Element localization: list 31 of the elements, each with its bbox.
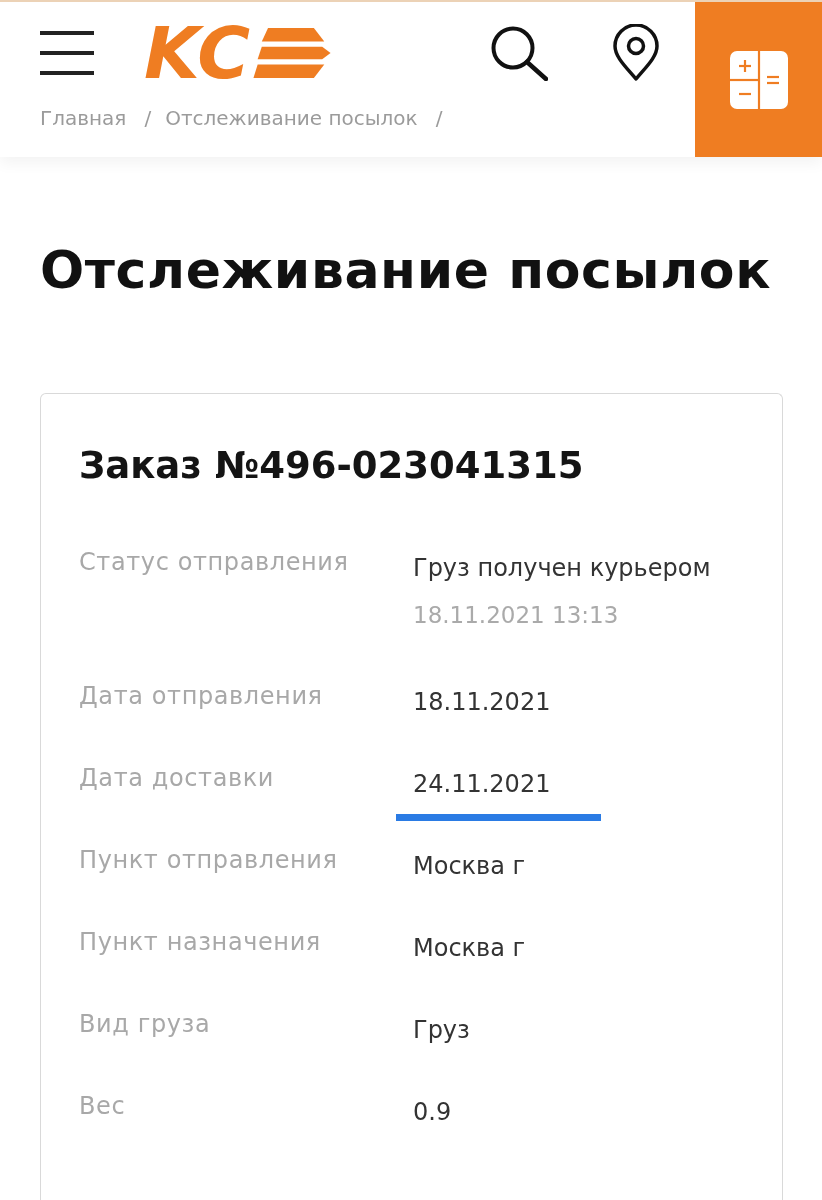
page-title: Отслеживание посылок bbox=[40, 240, 773, 300]
logo-link[interactable]: KC bbox=[144, 27, 333, 79]
field-label: Статус отправления bbox=[79, 547, 349, 578]
breadcrumb-link[interactable]: Отслеживание посылок bbox=[165, 104, 418, 132]
breadcrumb-separator: / bbox=[435, 105, 443, 132]
field-value: Москва г bbox=[413, 933, 526, 964]
field-label: Дата доставки bbox=[79, 763, 274, 794]
field-value: 0.9 bbox=[413, 1097, 452, 1128]
location-button[interactable] bbox=[612, 24, 660, 82]
status-timestamp: 18.11.2021 13:13 bbox=[413, 601, 619, 630]
calculator-icon bbox=[729, 50, 788, 109]
stripes-arrow-icon bbox=[252, 28, 333, 78]
field-label: Вид груза bbox=[79, 1009, 211, 1040]
menu-icon bbox=[40, 31, 94, 75]
field-label: Пункт отправления bbox=[79, 845, 338, 876]
field-value: 24.11.2021 bbox=[413, 769, 551, 800]
field-value: Москва г bbox=[413, 851, 526, 882]
search-button[interactable] bbox=[490, 25, 548, 81]
menu-button[interactable] bbox=[40, 31, 94, 75]
field-label: Вес bbox=[79, 1091, 126, 1122]
order-title: Заказ №496-023041315 bbox=[79, 444, 585, 488]
breadcrumb-separator: / bbox=[144, 105, 152, 132]
breadcrumb-link[interactable]: Главная bbox=[40, 104, 127, 132]
calculator-button[interactable] bbox=[695, 2, 822, 157]
field-label: Пункт назначения bbox=[79, 927, 321, 958]
field-value: Груз получен курьером bbox=[413, 553, 711, 584]
field-value: Груз bbox=[413, 1015, 470, 1046]
location-pin-icon bbox=[612, 24, 660, 82]
field-label: Дата отправления bbox=[79, 681, 323, 712]
field-value: 18.11.2021 bbox=[413, 687, 551, 718]
search-icon bbox=[490, 25, 548, 81]
